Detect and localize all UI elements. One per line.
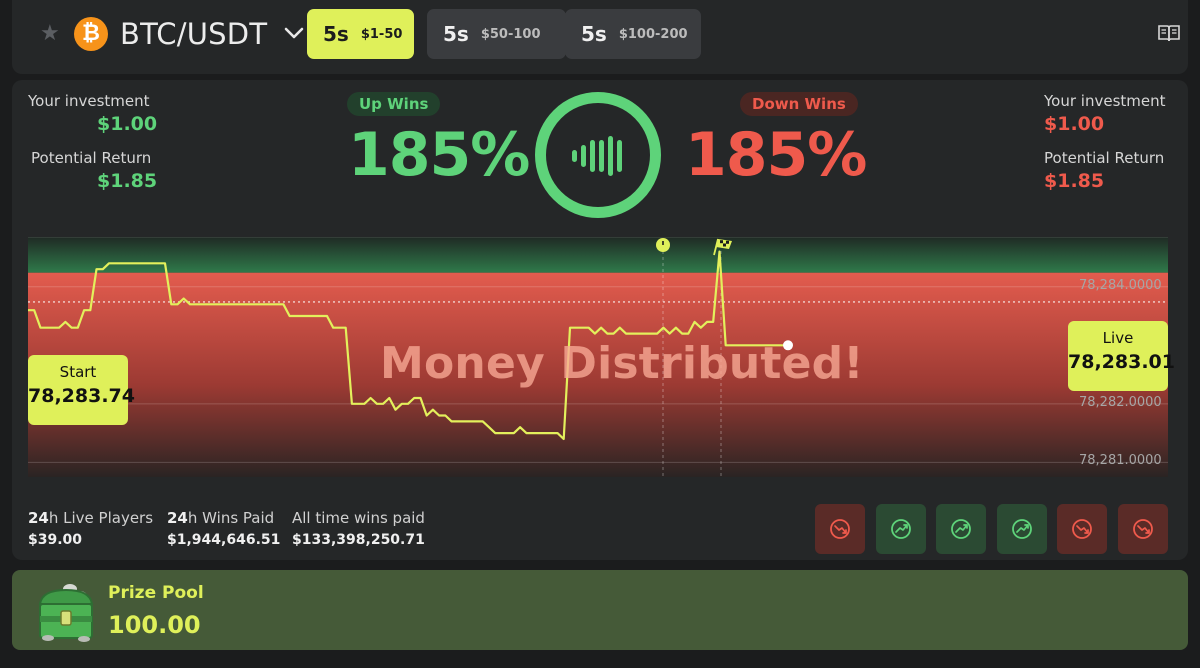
stat-label: All time wins paid [292, 509, 425, 527]
live-value: 78,283.01 [1068, 351, 1175, 373]
down-return-label: Potential Return [1044, 149, 1165, 167]
stat-value: $133,398,250.71 [292, 532, 425, 548]
pair-base: BTC [120, 17, 177, 51]
down-payout-percent: 185% [685, 120, 867, 190]
stat-value: $39.00 [28, 532, 83, 548]
bitcoin-icon: ₿ [74, 17, 108, 51]
equalizer-icon [572, 136, 622, 176]
tab-5s-50-100[interactable]: 5s $50-100 [427, 9, 566, 59]
up-investment-label: Your investment [28, 92, 150, 110]
up-return-label: Potential Return [31, 149, 152, 167]
up-wins-pill: Up Wins [347, 92, 441, 116]
y-tick-label: 78,284.0000 [1079, 277, 1162, 293]
stat-all-time-wins: All time wins paid $133,398,250.71 [292, 508, 425, 552]
round-result-down[interactable] [1118, 504, 1168, 554]
tab-time: 5s [443, 22, 469, 46]
live-label: Live [1102, 329, 1134, 347]
start-price-tag: Start 78,283.74 [28, 355, 135, 425]
rules-book-icon[interactable] [1157, 23, 1181, 43]
chevron-down-icon[interactable] [283, 24, 305, 42]
pair-selector[interactable]: BTC/USDT [120, 14, 267, 54]
pair-quote: USDT [186, 17, 268, 51]
down-investment-label: Your investment [1044, 92, 1166, 110]
tab-range: $1-50 [360, 26, 403, 42]
round-result-up[interactable] [875, 504, 926, 554]
trend-up-icon [1011, 519, 1032, 539]
flag-check [720, 240, 723, 244]
flag-check [726, 240, 729, 244]
tab-range: $100-200 [618, 26, 688, 42]
stat-prefix: 24 [28, 509, 49, 527]
top-bar: ★ ₿ BTC/USDT 5s $1-50 5s $50-100 5s $100… [12, 0, 1188, 74]
y-tick-label: 78,282.0000 [1079, 394, 1162, 410]
tab-time: 5s [323, 22, 349, 46]
y-tick-label: 78,281.0000 [1079, 453, 1162, 469]
prize-pool-label: Prize Pool [108, 583, 204, 603]
down-return-value: $1.85 [1044, 170, 1105, 192]
trend-down-icon [830, 519, 850, 539]
star-icon[interactable]: ★ [40, 22, 60, 46]
round-result-up[interactable] [936, 504, 987, 554]
prize-pool-banner: Prize Pool 100.00 [12, 570, 1188, 650]
stat-live-players: 24h Live Players $39.00 [28, 508, 153, 552]
up-investment-value: $1.00 [97, 113, 158, 135]
trend-up-icon [890, 519, 911, 539]
trend-down-icon [1072, 519, 1093, 539]
stat-label: h Live Players [48, 509, 154, 527]
tab-time: 5s [581, 22, 607, 46]
live-price-tag: Live 78,283.01 [1068, 321, 1175, 391]
up-zone [28, 237, 1168, 273]
tab-range: $50-100 [480, 26, 541, 42]
round-timer-ring [535, 92, 661, 218]
down-investment-value: $1.00 [1044, 113, 1105, 135]
stat-label: h Wins Paid [187, 509, 275, 527]
start-value: 78,283.74 [28, 385, 135, 407]
trend-up-icon [951, 519, 972, 539]
money-distributed-overlay: Money Distributed! [380, 338, 864, 389]
up-investment-block: Your investment $1.00 Potential Return $… [28, 91, 157, 205]
down-investment-block: Your investment $1.00 Potential Return $… [1044, 91, 1166, 205]
pair-separator: / [176, 17, 187, 51]
stat-wins-paid: 24h Wins Paid $1,944,646.51 [167, 508, 280, 552]
round-result-down[interactable] [1057, 504, 1108, 554]
round-result-up[interactable] [996, 504, 1047, 554]
trend-down-icon [1133, 519, 1153, 539]
start-label: Start [59, 363, 97, 381]
up-payout-percent: 185% [348, 120, 530, 190]
tab-5s-1-50[interactable]: 5s $1-50 [307, 9, 414, 59]
down-wins-pill: Down Wins [740, 92, 858, 116]
tab-5s-100-200[interactable]: 5s $100-200 [565, 9, 701, 59]
flag-check [723, 243, 726, 247]
prize-pool-value: 100.00 [108, 611, 201, 639]
up-return-value: $1.85 [97, 170, 158, 192]
stat-value: $1,944,646.51 [167, 532, 281, 548]
treasure-chest-icon [38, 584, 94, 642]
stat-prefix: 24 [167, 509, 188, 527]
round-result-down[interactable] [815, 504, 865, 554]
